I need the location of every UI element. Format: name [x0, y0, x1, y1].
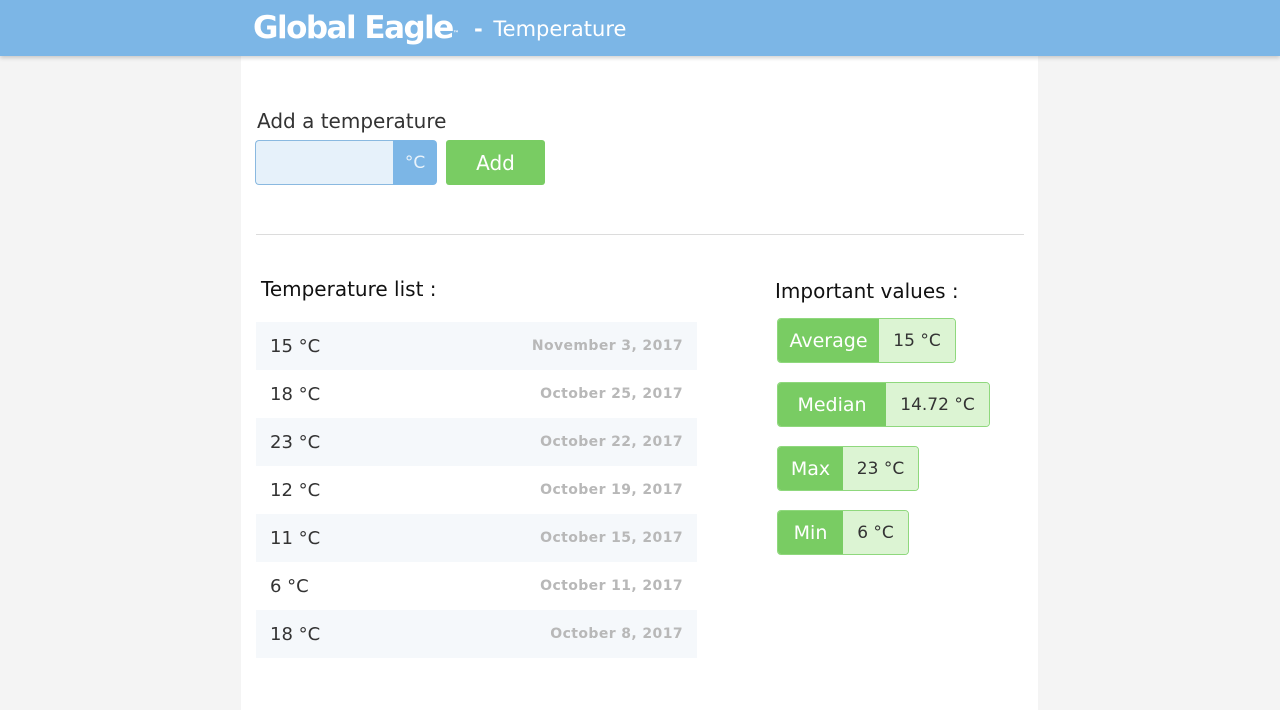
list-item: 18 °C October 8, 2017	[256, 610, 697, 658]
divider	[256, 234, 1024, 235]
average-label: Average	[778, 319, 879, 362]
temperature-value: 12 °C	[270, 479, 321, 501]
median-badge: Median 14.72 °C	[777, 382, 990, 427]
max-label: Max	[778, 447, 843, 490]
list-item: 6 °C October 11, 2017	[256, 562, 697, 610]
important-values-heading: Important values :	[775, 279, 959, 303]
logo-text: Global Eagle	[253, 10, 454, 46]
temperature-date: November 3, 2017	[531, 338, 683, 354]
page-title: - Temperature	[474, 16, 626, 42]
list-item: 23 °C October 22, 2017	[256, 418, 697, 466]
min-label: Min	[778, 511, 843, 554]
temperature-value: 6 °C	[270, 575, 309, 597]
add-button[interactable]: Add	[446, 140, 545, 185]
temperature-list-heading: Temperature list :	[261, 277, 437, 301]
min-value: 6 °C	[843, 511, 908, 554]
temperature-value: 18 °C	[270, 623, 321, 645]
temperature-value: 11 °C	[270, 527, 321, 549]
temperature-value: 23 °C	[270, 431, 321, 453]
list-item: 11 °C October 15, 2017	[256, 514, 697, 562]
temperature-value: 18 °C	[270, 383, 321, 405]
median-label: Median	[778, 383, 886, 426]
list-item: 18 °C October 25, 2017	[256, 370, 697, 418]
temperature-date: October 15, 2017	[540, 530, 683, 546]
temperature-date: October 22, 2017	[540, 434, 683, 450]
temperature-input[interactable]	[255, 140, 393, 185]
add-temperature-label: Add a temperature	[257, 109, 447, 133]
average-value: 15 °C	[879, 319, 955, 362]
median-value: 14.72 °C	[886, 383, 989, 426]
temperature-input-group: °C	[255, 140, 437, 185]
max-value: 23 °C	[843, 447, 918, 490]
min-badge: Min 6 °C	[777, 510, 909, 555]
list-item: 12 °C October 19, 2017	[256, 466, 697, 514]
max-badge: Max 23 °C	[777, 446, 919, 491]
temperature-date: October 8, 2017	[550, 626, 683, 642]
temperature-value: 15 °C	[270, 335, 321, 357]
top-bar: Global Eagle™ - Temperature	[0, 0, 1280, 56]
title-text: Temperature	[493, 17, 627, 41]
temperature-date: October 25, 2017	[540, 386, 683, 402]
celsius-unit-addon: °C	[393, 140, 437, 185]
title-dash: -	[474, 17, 483, 41]
logo-trademark: ™	[452, 30, 459, 37]
temperature-date: October 11, 2017	[540, 578, 683, 594]
global-eagle-logo[interactable]: Global Eagle™	[253, 10, 459, 46]
temperature-list: 15 °C November 3, 2017 18 °C October 25, 2…	[256, 322, 697, 658]
temperature-date: October 19, 2017	[540, 482, 683, 498]
list-item: 15 °C November 3, 2017	[256, 322, 697, 370]
average-badge: Average 15 °C	[777, 318, 956, 363]
